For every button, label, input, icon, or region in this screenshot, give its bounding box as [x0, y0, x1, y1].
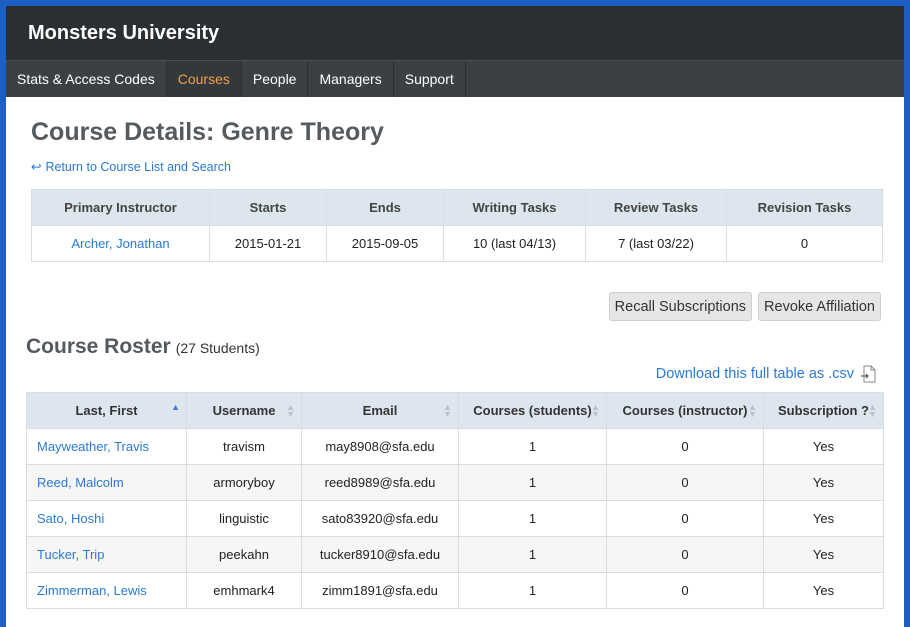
- col-courses-students[interactable]: Courses (students) ▲ ▼: [458, 392, 607, 429]
- email-cell: zimm1891@sfa.edu: [301, 572, 459, 609]
- main-content: Course Details: Genre Theory ↩ Return to …: [6, 118, 904, 609]
- back-link-label: Return to Course List and Search: [45, 160, 232, 174]
- revision-tasks-cell: 0: [726, 225, 883, 262]
- roster-table: Last, First ▲ Username ▲ ▼ Email ▲ ▼ Courses …: [26, 392, 884, 609]
- col-courses-students-label: Courses (students): [473, 403, 592, 418]
- col-email-label: Email: [362, 403, 398, 418]
- student-link[interactable]: Sato, Hoshi: [37, 511, 104, 526]
- recall-subscriptions-button[interactable]: Recall Subscriptions: [608, 292, 753, 321]
- name-cell: Mayweather, Travis: [26, 428, 187, 465]
- roster-header-row: Last, First ▲ Username ▲ ▼ Email ▲ ▼ Courses …: [26, 392, 884, 429]
- email-cell: sato83920@sfa.edu: [301, 500, 459, 537]
- student-link[interactable]: Reed, Malcolm: [37, 475, 124, 490]
- sort-icon: ▲ ▼: [748, 402, 757, 419]
- subscription-cell: Yes: [763, 572, 884, 609]
- details-header-review: Review Tasks: [585, 189, 727, 226]
- document-icon[interactable]: [860, 365, 878, 383]
- courses-students-cell: 1: [458, 500, 607, 537]
- details-row: Archer, Jonathan 2015-01-21 2015-09-05 1…: [31, 225, 883, 262]
- col-subscription-label: Subscription ?: [778, 403, 869, 418]
- courses-instructor-cell: 0: [606, 572, 764, 609]
- subscription-cell: Yes: [763, 536, 884, 573]
- name-cell: Tucker, Trip: [26, 536, 187, 573]
- student-link[interactable]: Mayweather, Travis: [37, 439, 149, 454]
- download-row: Download this full table as .csv: [26, 365, 884, 383]
- sort-icon: ▲ ▼: [591, 402, 600, 419]
- courses-students-cell: 1: [458, 572, 607, 609]
- table-row: Tucker, Trip peekahn tucker8910@sfa.edu …: [26, 536, 884, 573]
- courses-instructor-cell: 0: [606, 428, 764, 465]
- courses-students-cell: 1: [458, 428, 607, 465]
- username-cell: armoryboy: [186, 464, 302, 501]
- brand-title[interactable]: Monsters University: [28, 22, 219, 45]
- ends-cell: 2015-09-05: [326, 225, 444, 262]
- col-courses-instructor-label: Courses (instructor): [622, 403, 748, 418]
- subscription-cell: Yes: [763, 428, 884, 465]
- courses-students-cell: 1: [458, 536, 607, 573]
- email-cell: may8908@sfa.edu: [301, 428, 459, 465]
- name-cell: Zimmerman, Lewis: [26, 572, 187, 609]
- details-header-ends: Ends: [326, 189, 444, 226]
- username-cell: emhmark4: [186, 572, 302, 609]
- actions-bar: Recall Subscriptions Revoke Affiliation: [26, 292, 884, 321]
- nav-item-people[interactable]: People: [242, 61, 309, 97]
- courses-instructor-cell: 0: [606, 500, 764, 537]
- col-courses-instructor[interactable]: Courses (instructor) ▲ ▼: [606, 392, 764, 429]
- email-cell: reed8989@sfa.edu: [301, 464, 459, 501]
- email-cell: tucker8910@sfa.edu: [301, 536, 459, 573]
- details-header-instructor: Primary Instructor: [31, 189, 210, 226]
- username-cell: linguistic: [186, 500, 302, 537]
- writing-tasks-cell: 10 (last 04/13): [443, 225, 586, 262]
- starts-cell: 2015-01-21: [209, 225, 327, 262]
- col-username[interactable]: Username ▲ ▼: [186, 392, 302, 429]
- back-link[interactable]: ↩ Return to Course List and Search: [31, 159, 231, 174]
- revoke-affiliation-button[interactable]: Revoke Affiliation: [758, 292, 881, 321]
- details-header-writing: Writing Tasks: [443, 189, 586, 226]
- nav-item-courses[interactable]: Courses: [166, 61, 242, 97]
- return-arrow-icon: ↩: [31, 160, 42, 174]
- course-details-table: Primary Instructor Starts Ends Writing T…: [31, 189, 883, 262]
- sort-icon: ▲ ▼: [286, 402, 295, 419]
- nav-item-support[interactable]: Support: [394, 61, 466, 97]
- app-window: Monsters University Stats & Access Codes…: [6, 6, 904, 627]
- details-header-row: Primary Instructor Starts Ends Writing T…: [31, 189, 883, 226]
- col-last-first-label: Last, First: [75, 403, 138, 418]
- nav-item-managers[interactable]: Managers: [308, 61, 394, 97]
- courses-students-cell: 1: [458, 464, 607, 501]
- download-csv-link[interactable]: Download this full table as .csv: [656, 366, 854, 382]
- sort-asc-icon: ▲: [171, 402, 180, 412]
- page-title: Course Details: Genre Theory: [31, 118, 384, 146]
- name-cell: Sato, Hoshi: [26, 500, 187, 537]
- col-last-first[interactable]: Last, First ▲: [26, 392, 187, 429]
- nav-item-stats[interactable]: Stats & Access Codes: [6, 61, 167, 97]
- table-row: Sato, Hoshi linguistic sato83920@sfa.edu…: [26, 500, 884, 537]
- table-row: Zimmerman, Lewis emhmark4 zimm1891@sfa.e…: [26, 572, 884, 609]
- top-bar: Monsters University: [6, 6, 904, 60]
- student-link[interactable]: Tucker, Trip: [37, 547, 104, 562]
- username-cell: peekahn: [186, 536, 302, 573]
- instructor-link[interactable]: Archer, Jonathan: [71, 236, 169, 251]
- sort-icon: ▲ ▼: [868, 402, 877, 419]
- instructor-cell: Archer, Jonathan: [31, 225, 210, 262]
- main-nav: Stats & Access Codes Courses People Mana…: [6, 60, 904, 97]
- roster-heading: Course Roster (27 Students): [26, 335, 884, 359]
- name-cell: Reed, Malcolm: [26, 464, 187, 501]
- courses-instructor-cell: 0: [606, 536, 764, 573]
- col-email[interactable]: Email ▲ ▼: [301, 392, 459, 429]
- sort-icon: ▲ ▼: [443, 402, 452, 419]
- table-row: Mayweather, Travis travism may8908@sfa.e…: [26, 428, 884, 465]
- roster-count: (27 Students): [175, 340, 260, 356]
- table-row: Reed, Malcolm armoryboy reed8989@sfa.edu…: [26, 464, 884, 501]
- review-tasks-cell: 7 (last 03/22): [585, 225, 727, 262]
- col-username-label: Username: [212, 403, 276, 418]
- col-subscription[interactable]: Subscription ? ▲ ▼: [763, 392, 884, 429]
- courses-instructor-cell: 0: [606, 464, 764, 501]
- details-header-starts: Starts: [209, 189, 327, 226]
- student-link[interactable]: Zimmerman, Lewis: [37, 583, 147, 598]
- subscription-cell: Yes: [763, 500, 884, 537]
- details-header-revision: Revision Tasks: [726, 189, 883, 226]
- username-cell: travism: [186, 428, 302, 465]
- roster-title: Course Roster: [26, 335, 171, 358]
- subscription-cell: Yes: [763, 464, 884, 501]
